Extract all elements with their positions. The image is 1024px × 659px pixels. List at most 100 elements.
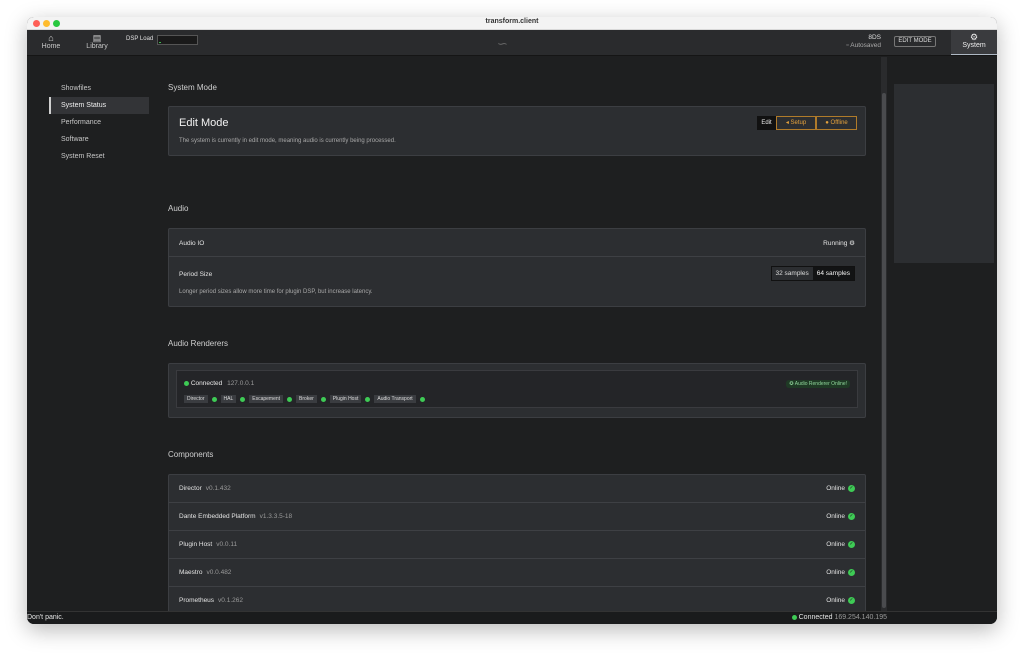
dsp-load-meter	[157, 35, 198, 45]
component-status: Online ✓	[826, 513, 855, 520]
audio-card: Audio IO Running ⚙ Period Size Longer pe…	[168, 228, 866, 307]
check-icon: ✓	[848, 513, 855, 520]
nav-home-label: Home	[41, 43, 61, 50]
sidebar-item-performance[interactable]: Performance	[49, 114, 149, 131]
component-name-text: Director	[179, 485, 202, 492]
settings-sidebar: Showfiles System Status Performance Soft…	[49, 80, 149, 165]
status-message: Don't panic.	[27, 614, 64, 621]
service-chip: Plugin Host	[329, 395, 362, 403]
nav-home-button[interactable]: ⌂ Home	[29, 33, 73, 54]
edit-mode-button[interactable]: EDIT MODE	[894, 36, 936, 47]
period-option-64[interactable]: 64 samples	[812, 267, 854, 280]
check-icon: ✓	[848, 569, 855, 576]
sidebar-item-showfiles[interactable]: Showfiles	[49, 80, 149, 97]
check-icon: ✓	[848, 541, 855, 548]
setup-mode-toggle[interactable]: ◂ Setup	[776, 116, 816, 130]
period-option-32[interactable]: 32 samples	[771, 267, 813, 280]
top-toolbar: ⌂ Home ▤ Library DSP Load ∽ 8DS ▫ Autosa…	[27, 30, 997, 56]
component-status: Online ✓	[826, 569, 855, 576]
check-icon: ✓	[848, 597, 855, 604]
component-name-text: Plugin Host	[179, 541, 213, 548]
nav-library-label: Library	[86, 43, 108, 50]
project-name: 8DS	[868, 34, 881, 41]
app-window: transform.client ⌂ Home ▤ Library DSP Lo…	[27, 17, 997, 624]
component-status-text: Online	[826, 485, 845, 493]
component-status-text: Online	[826, 513, 845, 521]
service-chips: Director HAL Escapement Broker Plugin Ho…	[184, 395, 425, 403]
audio-renderers-heading: Audio Renderers	[168, 339, 229, 348]
component-status: Online ✓	[826, 485, 855, 492]
renderer-ip: 127.0.0.1	[227, 380, 255, 387]
connection-status: Connected 169.254.140.195	[791, 614, 887, 621]
component-name: Dante Embedded Platform v1.3.3.5-18	[179, 513, 292, 520]
component-name-text: Dante Embedded Platform	[179, 513, 256, 520]
app-logo-icon: ∽	[497, 36, 508, 51]
table-row: Prometheus v0.1.262 Online ✓	[169, 587, 865, 612]
document-icon: ▫	[846, 42, 849, 49]
dsp-load-label: DSP Load	[126, 36, 154, 42]
sidebar-item-software[interactable]: Software	[49, 131, 149, 148]
table-row: Plugin Host v0.0.11 Online ✓	[169, 531, 865, 559]
audio-renderers-card: Connected 127.0.0.1 ✪ Audio Renderer Onl…	[168, 363, 866, 418]
renderer-badge-label: Audio Renderer	[794, 381, 830, 387]
renderer-item[interactable]: Connected 127.0.0.1 ✪ Audio Renderer Onl…	[176, 370, 858, 408]
status-dot-icon	[320, 396, 326, 402]
component-version: v0.1.432	[205, 485, 231, 492]
sidebar-item-system-status[interactable]: System Status	[49, 97, 149, 114]
components-card: Director v0.1.432 Online ✓ Dante Embedded …	[168, 474, 866, 612]
audio-io-label: Audio IO	[179, 240, 205, 247]
main-content: System Mode Edit Mode The system is curr…	[168, 57, 878, 612]
component-status-text: Online	[826, 597, 845, 605]
period-size-description: Longer period sizes allow more time for …	[179, 289, 373, 295]
service-chip: Audio Transport	[374, 395, 416, 403]
setup-label: Setup	[790, 120, 807, 126]
system-mode-card: Edit Mode The system is currently in edi…	[168, 106, 866, 156]
component-name: Prometheus v0.1.262	[179, 597, 243, 604]
period-size-label: Period Size	[179, 271, 213, 278]
system-mode-heading: System Mode	[168, 83, 217, 92]
tab-system[interactable]: ⚙ System	[951, 30, 997, 55]
audio-heading: Audio	[168, 204, 189, 213]
service-chip: Broker	[296, 395, 317, 403]
status-dot-icon	[287, 396, 293, 402]
autosave-status: Autosaved	[850, 42, 881, 49]
power-icon: ●	[825, 120, 829, 126]
audio-io-status[interactable]: Running ⚙	[823, 239, 855, 247]
check-icon: ✪	[789, 381, 794, 387]
gear-icon: ⚙	[969, 32, 979, 42]
renderer-connection: Connected 127.0.0.1	[184, 380, 254, 387]
dsp-load-fill	[159, 42, 161, 43]
table-row: Director v0.1.432 Online ✓	[169, 475, 865, 503]
edit-mode-toggle[interactable]: Edit	[757, 116, 776, 130]
right-panel	[894, 84, 994, 263]
status-dot-icon	[365, 396, 371, 402]
component-status: Online ✓	[826, 597, 855, 604]
component-status-text: Online	[826, 541, 845, 549]
window-title: transform.client	[485, 18, 539, 25]
component-name: Plugin Host v0.0.11	[179, 541, 237, 548]
library-icon: ▤	[92, 33, 102, 43]
nav-library-button[interactable]: ▤ Library	[75, 33, 119, 54]
renderer-badge: ✪ Audio Renderer Online!	[786, 380, 850, 388]
renderer-status: Connected	[190, 380, 223, 387]
connection-label: Connected	[798, 614, 833, 621]
table-row: Dante Embedded Platform v1.3.3.5-18 Onlin…	[169, 503, 865, 531]
gear-icon[interactable]: ⚙	[849, 240, 855, 247]
status-dot-icon	[419, 396, 425, 402]
status-dot-icon	[240, 396, 246, 402]
component-status-text: Online	[826, 569, 845, 577]
component-status: Online ✓	[826, 541, 855, 548]
component-name: Director v0.1.432	[179, 485, 231, 492]
content-scrollbar[interactable]	[881, 57, 887, 612]
divider	[169, 256, 865, 257]
status-dot-icon	[211, 396, 217, 402]
table-row: Maestro v0.0.482 Online ✓	[169, 559, 865, 587]
scrollbar-thumb[interactable]	[882, 93, 886, 608]
project-info: 8DS ▫ Autosaved	[847, 34, 881, 50]
offline-mode-toggle[interactable]: ● Offline	[816, 116, 857, 130]
service-chip: Escapement	[249, 395, 284, 403]
audio-io-status-text: Running	[823, 240, 848, 247]
speaker-icon: ◂	[785, 120, 789, 126]
components-heading: Components	[168, 450, 214, 459]
sidebar-item-system-reset[interactable]: System Reset	[49, 148, 149, 165]
